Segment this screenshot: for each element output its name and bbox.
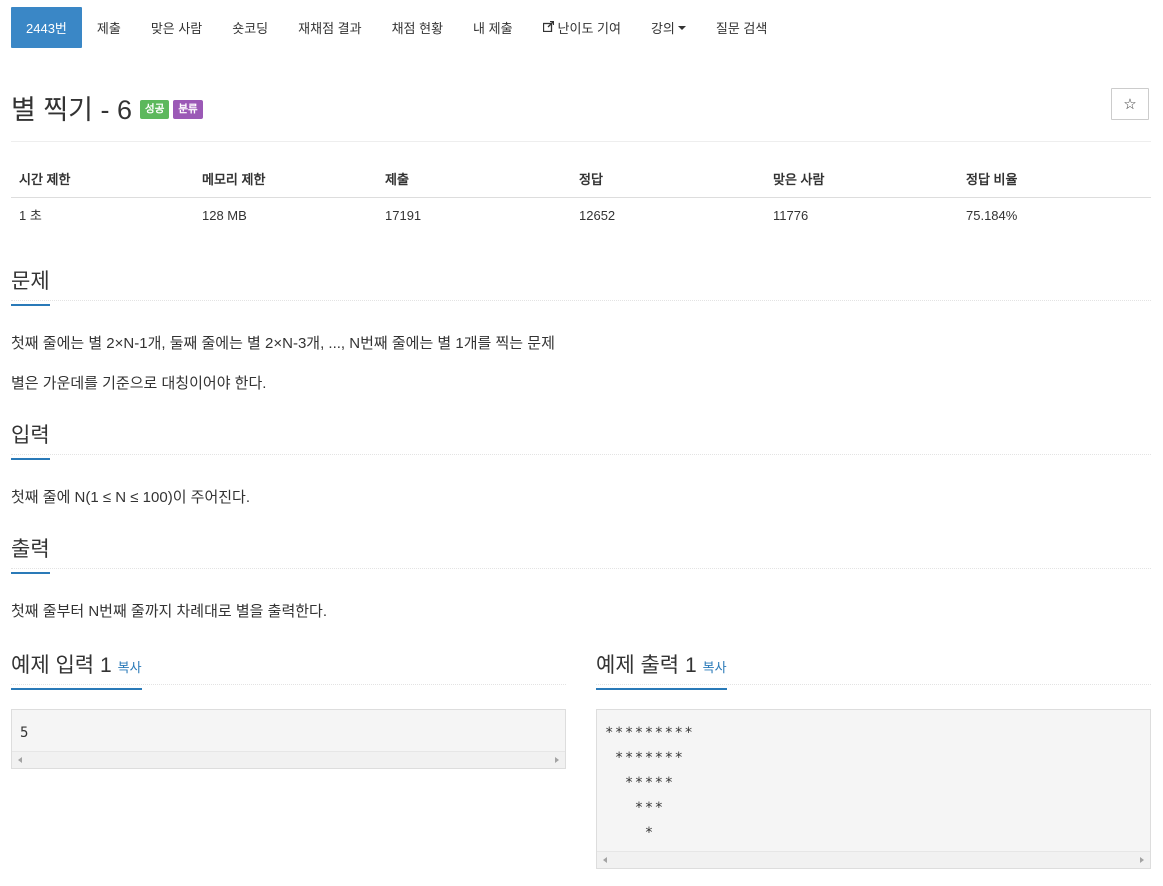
nav-accepted-users[interactable]: 맞은 사람 — [136, 7, 217, 48]
copy-sample-input-link[interactable]: 복사 — [118, 660, 142, 675]
description-line: 첫째 줄에는 별 2×N-1개, 둘째 줄에는 별 2×N-3개, ..., N… — [11, 335, 555, 352]
horizontal-scrollbar[interactable] — [597, 851, 1150, 868]
caret-down-icon — [677, 25, 686, 30]
horizontal-scrollbar[interactable] — [12, 751, 565, 768]
problem-info-table: 시간 제한 메모리 제한 제출 정답 맞은 사람 정답 비율 1 초 128 M… — [11, 163, 1151, 234]
scroll-left-arrow-icon[interactable] — [18, 757, 22, 763]
sample-output-content: ********* ******* ***** *** * — [605, 725, 695, 841]
table-header: 시간 제한 — [19, 172, 71, 187]
table-header-row: 시간 제한 메모리 제한 제출 정답 맞은 사람 정답 비율 — [11, 163, 1151, 198]
sample-output-title: 예제 출력 1 — [596, 654, 697, 677]
output-description: 첫째 줄부터 N번째 줄까지 차례대로 별을 출력한다. — [11, 603, 328, 620]
nav-question-search[interactable]: 질문 검색 — [701, 7, 782, 48]
accept-ratio-value: 75.184% — [966, 208, 1018, 223]
scroll-left-arrow-icon[interactable] — [603, 857, 607, 863]
description-section-header: 문제 — [11, 265, 1151, 306]
time-limit-value: 1 초 — [19, 208, 42, 223]
output-section-header: 출력 — [11, 533, 1151, 574]
section-rule — [11, 684, 566, 685]
category-badge[interactable]: 분류 — [173, 100, 203, 119]
problem-title-row: 별 찍기 - 6 성공 분류 — [11, 88, 203, 127]
section-rule — [596, 684, 1151, 685]
external-link-icon — [542, 20, 554, 35]
nav-problem-number[interactable]: 2443번 — [11, 7, 82, 48]
table-header: 맞은 사람 — [773, 172, 825, 187]
input-section-header: 입력 — [11, 419, 1151, 460]
favorite-star-button[interactable]: ☆ — [1111, 88, 1149, 120]
table-header: 정답 — [579, 172, 603, 187]
input-description: 첫째 줄에 N(1 ≤ N ≤ 100)이 주어진다. — [11, 489, 251, 506]
sample-output-box[interactable]: ********* ******* ***** *** * — [596, 709, 1151, 869]
nav-short-coding[interactable]: 숏코딩 — [217, 7, 283, 48]
description-line: 별은 가운데를 기준으로 대칭이어야 한다. — [11, 375, 267, 392]
table-row: 1 초 128 MB 17191 12652 11776 75.184% — [11, 198, 1151, 234]
scroll-right-arrow-icon[interactable] — [555, 757, 559, 763]
nav-rejudge-results[interactable]: 재채점 결과 — [283, 7, 376, 48]
nav-submit[interactable]: 제출 — [82, 7, 136, 48]
table-header: 정답 비율 — [966, 172, 1018, 187]
problem-nav: 2443번 제출 맞은 사람 숏코딩 재채점 결과 채점 현황 내 제출 난이도… — [11, 7, 782, 48]
submissions-value: 17191 — [385, 208, 422, 223]
nav-lectures-dropdown[interactable]: 강의 — [636, 7, 701, 48]
nav-lectures-label: 강의 — [650, 21, 675, 36]
nav-my-submissions[interactable]: 내 제출 — [458, 7, 528, 48]
sample-input-box[interactable]: 5 — [11, 709, 566, 769]
table-header: 제출 — [385, 172, 409, 187]
copy-sample-output-link[interactable]: 복사 — [703, 660, 727, 675]
nav-judge-status[interactable]: 채점 현황 — [377, 7, 458, 48]
accepted-value: 12652 — [579, 208, 616, 223]
memory-limit-value: 128 MB — [202, 208, 247, 223]
section-rule — [11, 568, 1151, 569]
nav-difficulty-contribution[interactable]: 난이도 기여 — [528, 7, 636, 48]
section-rule — [11, 300, 1151, 301]
section-rule — [11, 454, 1151, 455]
title-divider — [11, 141, 1151, 142]
scroll-right-arrow-icon[interactable] — [1140, 857, 1144, 863]
table-header: 메모리 제한 — [202, 172, 266, 187]
accepted-users-value: 11776 — [773, 208, 809, 223]
nav-difficulty-label: 난이도 기여 — [557, 21, 621, 36]
star-icon: ☆ — [1123, 96, 1137, 113]
sample-output-header: 예제 출력 1 복사 — [596, 649, 1151, 690]
sample-input-title: 예제 입력 1 — [11, 654, 112, 677]
page-title: 별 찍기 - 6 — [11, 95, 133, 125]
sample-input-header: 예제 입력 1 복사 — [11, 649, 566, 690]
success-badge: 성공 — [140, 100, 170, 119]
sample-input-content: 5 — [20, 725, 29, 741]
